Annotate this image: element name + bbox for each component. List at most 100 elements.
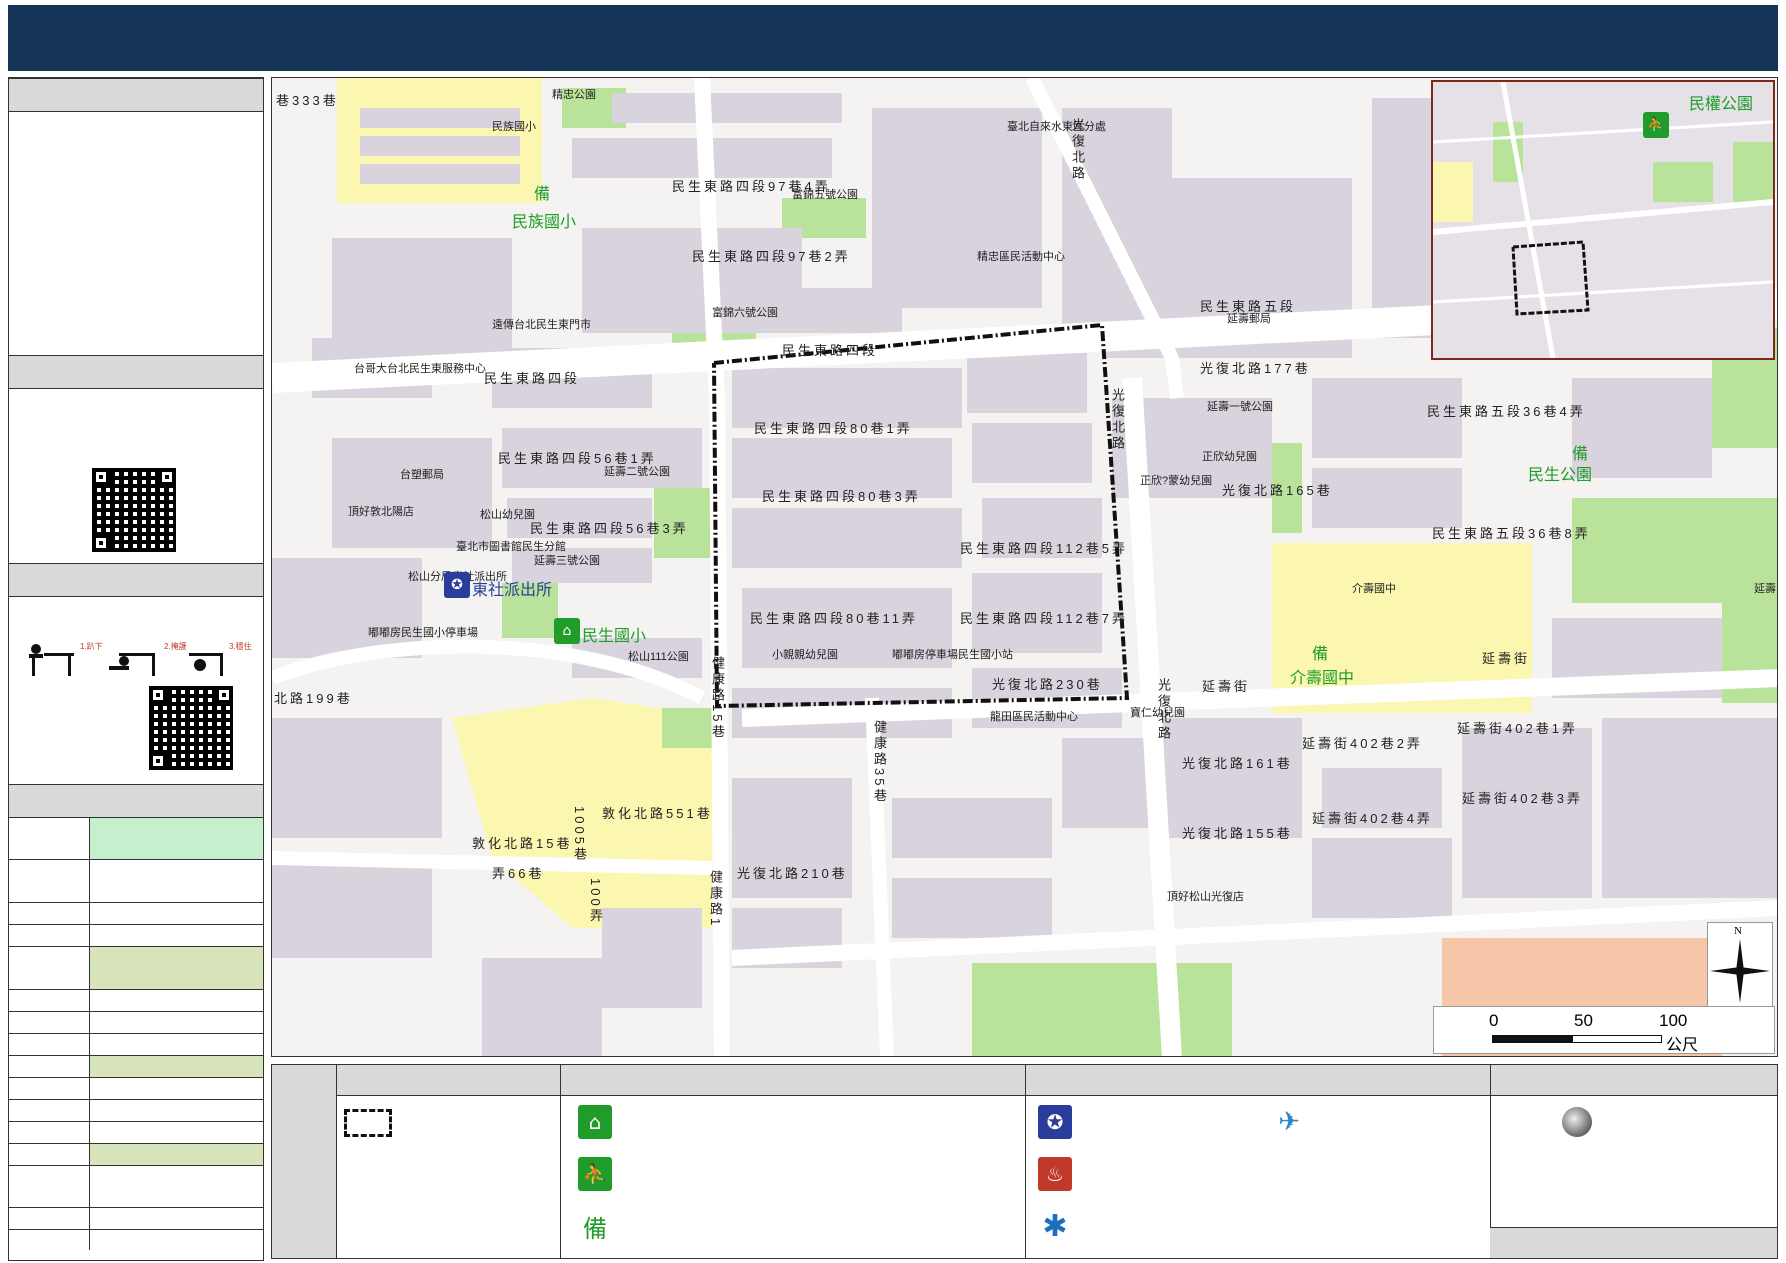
road-label: 民生東路四段 — [484, 371, 581, 386]
road-label: 敦化北路551巷 — [602, 806, 713, 821]
boundary-legend-icon — [344, 1109, 392, 1137]
poi-label: 正欣?蒙幼兒園 — [1140, 475, 1213, 487]
medical-legend-icon: ✱ — [1042, 1208, 1068, 1244]
inset-park-label: 民權公園 — [1689, 96, 1754, 113]
main-map[interactable]: 民生東路四段97巷4弄 民生東路四段97巷2弄 民生東路四段 民生東路四段 民生… — [271, 77, 1778, 1057]
reserve-marker-label: 備 — [534, 186, 551, 203]
road-label: 民生東路四段80巷11弄 — [750, 611, 918, 626]
road-label: 延壽街402巷2弄 — [1302, 736, 1423, 751]
road-label: 敦化北路15巷 — [472, 836, 573, 851]
poi-label: 延壽三號公園 — [534, 555, 600, 567]
road-label: 民生東路四段80巷1弄 — [754, 421, 913, 436]
road-label: 民生東路四段112巷5弄 — [960, 541, 1128, 556]
poi-label: 嘟嘟房民生國小停車場 — [368, 627, 478, 639]
park-label: 民生公園 — [1528, 467, 1593, 484]
inset-map[interactable]: ⛹ 民權公園 — [1431, 80, 1775, 360]
road-label: 北路199巷 — [274, 691, 353, 706]
road-label: 光復北路 — [1110, 388, 1125, 452]
road-label: 延壽街 — [1482, 651, 1531, 666]
title-bar — [8, 5, 1778, 71]
police-label: 東社派出所 — [472, 582, 553, 599]
legend-panel: ⌂ ⛹ 備 ✪ ♨ ✱ ✈ — [271, 1064, 1778, 1259]
info-table — [9, 818, 263, 1250]
point-legend-icon — [1562, 1107, 1592, 1137]
section-header-3 — [9, 563, 263, 597]
poi-label: 延壽郵局 — [1227, 313, 1271, 325]
helicopter-legend-icon: ✈ — [1278, 1107, 1300, 1137]
poi-label: 嘟嘟房停車場民生國小站 — [892, 649, 1013, 661]
scale-unit: 公尺 — [1666, 1037, 1699, 1054]
road-label: 光復北路210巷 — [737, 866, 848, 881]
poi-label: 台哥大台北民生東服務中心 — [354, 363, 486, 375]
road-label: 1005巷 — [572, 806, 587, 863]
police-icon[interactable]: ✪ — [444, 572, 470, 598]
poi-label: 松山幼兒園 — [480, 509, 535, 521]
poi-label: 正欣幼兒園 — [1202, 451, 1257, 463]
qr-code-2[interactable] — [149, 686, 233, 770]
poi-label: 延壽一號公園 — [1207, 401, 1273, 413]
reserve-legend-icon: 備 — [583, 1214, 607, 1243]
road-label: 健康路1 — [708, 870, 723, 929]
inset-map-base — [1433, 82, 1773, 358]
school-label: 介壽國中 — [1290, 670, 1355, 687]
road-label: 健康路15巷 — [710, 656, 725, 741]
qr-code-1[interactable] — [92, 468, 176, 552]
drop-cover-hold-icon: 1.趴下 2.掩護 3.穩住 — [29, 641, 252, 676]
road-label: 光復北路230巷 — [992, 677, 1103, 692]
school-label: 民族國小 — [512, 214, 577, 231]
road-label: 民生東路四段 — [782, 343, 879, 358]
poi-label: 精忠公園 — [552, 89, 596, 101]
section-header-1 — [9, 78, 263, 112]
poi-label: 延壽 — [1754, 583, 1776, 595]
road-label: 光復北路161巷 — [1182, 756, 1293, 771]
poi-label: 台塑郵局 — [400, 469, 444, 481]
poi-label: 頂好松山光復店 — [1167, 891, 1244, 903]
scale-tick: 50 — [1574, 1011, 1593, 1030]
road-label: 民生東路四段112巷7弄 — [960, 611, 1128, 626]
poi-label: 介壽國中 — [1352, 583, 1396, 595]
shelter-legend-icon: ⌂ — [578, 1105, 612, 1139]
poi-label: 延壽二號公園 — [604, 466, 670, 478]
road-label: 延壽街 — [1202, 679, 1251, 694]
poi-label: 精忠區民活動中心 — [977, 251, 1065, 263]
road-label: 光復北路177巷 — [1200, 361, 1311, 376]
road-label: 民生東路五段36巷4弄 — [1427, 404, 1586, 419]
road-label: 弄66巷 — [492, 866, 545, 881]
poi-label: 寶仁幼兒園 — [1130, 707, 1185, 719]
evacuation-legend-icon: ⛹ — [578, 1157, 612, 1191]
side-panel: 1.趴下 2.掩護 3.穩住 — [8, 77, 264, 1261]
school-label: 民生國小 — [582, 628, 647, 645]
poi-label: 遠傳台北民生東門市 — [492, 319, 591, 331]
road-label: 民生東路四段80巷3弄 — [762, 489, 921, 504]
police-legend-icon: ✪ — [1038, 1105, 1072, 1139]
shelter-icon[interactable]: ⌂ — [554, 618, 580, 644]
scale-bar: 0 50 100 公尺 — [1433, 1006, 1775, 1054]
road-label: 光復北路155巷 — [1182, 826, 1293, 841]
scale-tick: 100 — [1659, 1011, 1688, 1030]
road-label: 民生東路五段36巷8弄 — [1432, 526, 1591, 541]
north-arrow: N — [1707, 922, 1773, 1008]
road-label: 健康路35巷 — [872, 720, 887, 805]
poi-label: 龍田區民活動中心 — [990, 711, 1078, 723]
road-label: 延壽街402巷3弄 — [1462, 791, 1583, 806]
road-label: 延壽街402巷4弄 — [1312, 811, 1433, 826]
evacuation-icon: ⛹ — [1643, 112, 1669, 138]
svg-text:3.穩住: 3.穩住 — [229, 641, 252, 651]
reserve-marker-label: 備 — [1312, 646, 1329, 663]
road-label: 民生東路四段56巷3弄 — [530, 521, 689, 536]
poi-label: 富錦五號公園 — [792, 189, 858, 201]
poi-label: 臺北自來水東區分處 — [1007, 121, 1106, 133]
fire-station-legend-icon: ♨ — [1038, 1157, 1072, 1191]
scale-tick: 0 — [1489, 1011, 1499, 1030]
road-label: 100弄 — [588, 878, 603, 925]
svg-text:1.趴下: 1.趴下 — [80, 642, 103, 651]
section-header-2 — [9, 355, 263, 389]
poi-label: 松山111公園 — [628, 651, 689, 663]
poi-label: 民族國小 — [492, 121, 536, 133]
poi-label: 富錦六號公園 — [712, 307, 778, 319]
road-label: 延壽街402巷1弄 — [1457, 721, 1578, 736]
road-label: 巷333巷 — [276, 93, 339, 108]
poi-label: 小親親幼兒園 — [772, 649, 838, 661]
svg-text:2.掩護: 2.掩護 — [164, 641, 187, 651]
poi-label: 頂好敦北陽店 — [348, 506, 414, 518]
